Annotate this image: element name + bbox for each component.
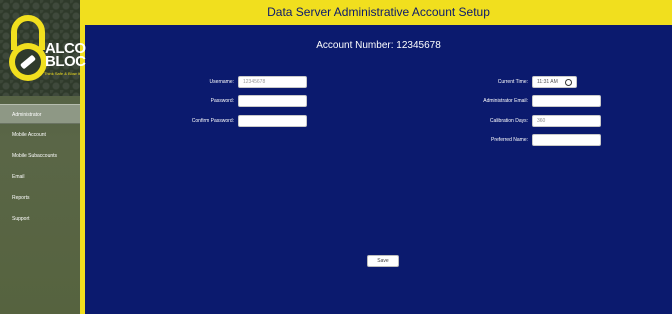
current-time-value: 11:31 AM [537, 79, 558, 85]
account-number: Account Number: 12345678 [316, 40, 441, 51]
save-button[interactable]: Save [367, 255, 399, 267]
sidebar-item-reports[interactable]: Reports [0, 188, 80, 208]
password-input[interactable] [238, 95, 307, 107]
sidebar-item-mobile-subaccounts[interactable]: Mobile Subaccounts [0, 146, 80, 166]
preferred-name-label: Preferred Name: [491, 137, 528, 143]
brand-name: ALCO BLOC [45, 41, 86, 70]
logo-area: ALCO BLOC Think Safe & Blow It [0, 0, 86, 96]
username-input[interactable]: 12345678 [238, 76, 307, 88]
current-time-input[interactable]: 11:31 AM [532, 76, 577, 88]
brand-tagline: Think Safe & Blow It [44, 71, 81, 76]
current-time-label: Current Time: [497, 79, 528, 85]
admin-email-label: Administrator Email: [483, 98, 528, 104]
confirm-password-label: Confirm Password: [191, 118, 234, 124]
sidebar-item-administrator[interactable]: Administrator [0, 104, 80, 124]
sidebar-item-email[interactable]: Email [0, 167, 80, 187]
page-header: Data Server Administrative Account Setup [85, 0, 672, 25]
brand-line-2: BLOC [45, 53, 86, 70]
username-label: Username: [209, 79, 234, 85]
admin-email-input[interactable] [532, 95, 601, 107]
preferred-name-input[interactable] [532, 134, 601, 146]
sidebar-item-support[interactable]: Support [0, 209, 80, 229]
calibration-days-label: Calibration Days: [489, 118, 528, 124]
sidebar: ALCO BLOC Think Safe & Blow It Administr… [0, 0, 86, 314]
sidebar-nav: Administrator Mobile Account Mobile Suba… [0, 104, 80, 230]
calibration-days-input[interactable]: 360 [532, 115, 601, 127]
padlock-icon [9, 15, 47, 81]
password-label: Password: [210, 98, 234, 104]
confirm-password-input[interactable] [238, 115, 307, 127]
clock-icon[interactable] [565, 79, 572, 86]
sidebar-item-mobile-account[interactable]: Mobile Account [0, 125, 80, 145]
